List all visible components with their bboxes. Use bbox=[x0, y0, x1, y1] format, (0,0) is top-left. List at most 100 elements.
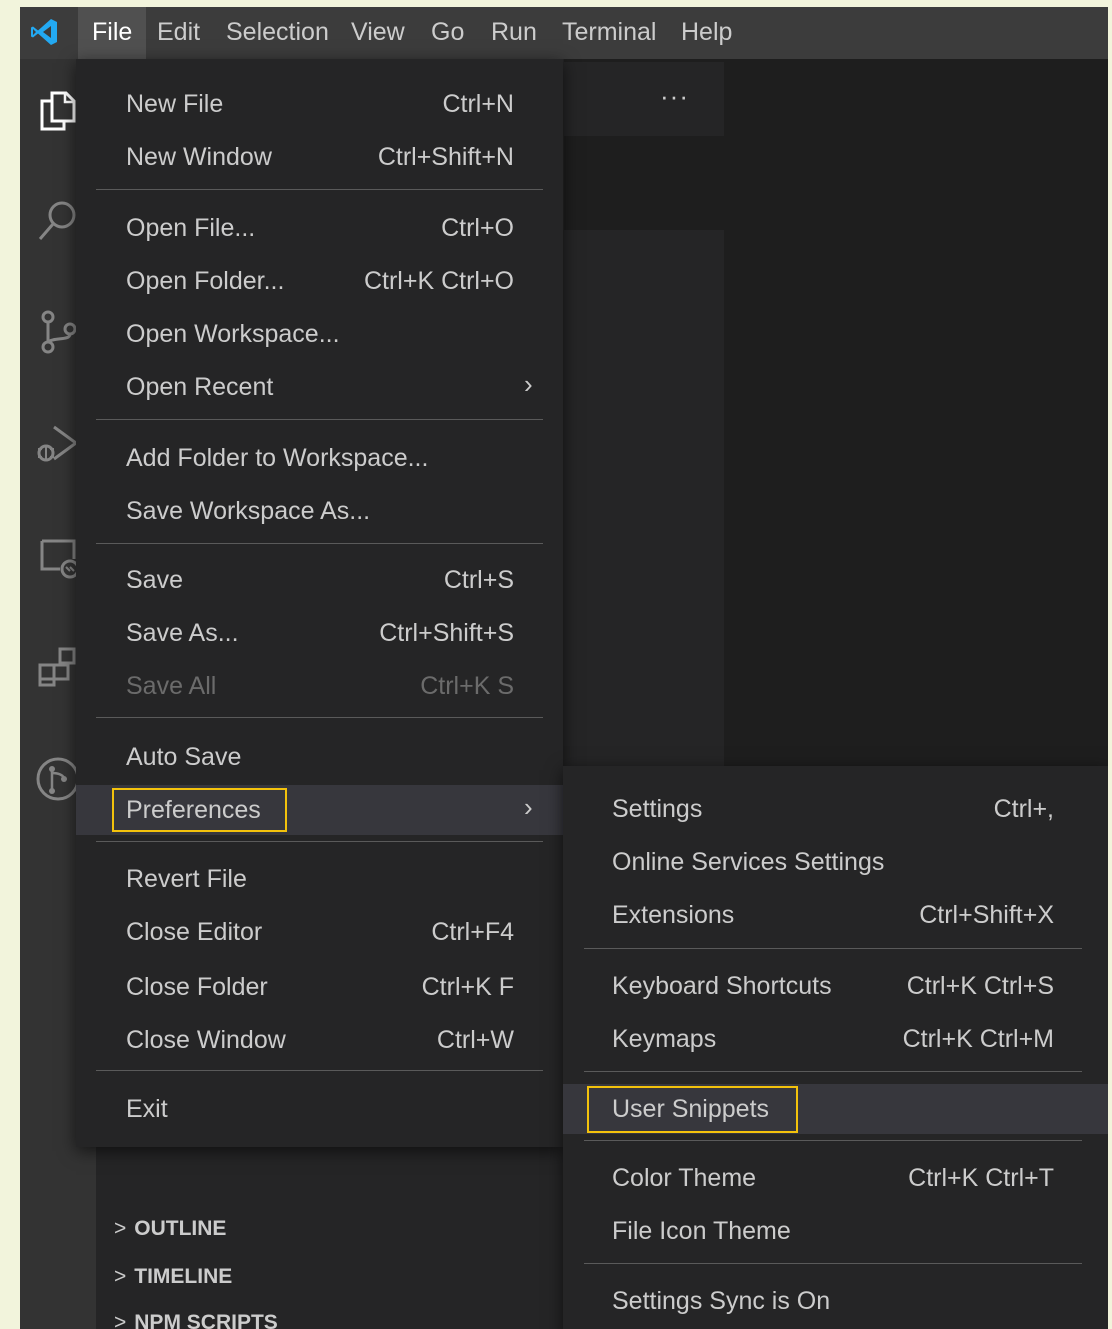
menu-item-open-file[interactable]: Open File... Ctrl+O bbox=[126, 203, 514, 253]
menu-item-close-window[interactable]: Close Window Ctrl+W bbox=[126, 1015, 514, 1065]
menu-go[interactable]: Go bbox=[417, 7, 478, 59]
menu-item-settings[interactable]: Settings Ctrl+, bbox=[612, 784, 1054, 834]
menu-item-shortcut: Ctrl+S bbox=[443, 566, 514, 594]
vscode-logo-icon bbox=[31, 19, 57, 45]
menu-bar: File Edit Selection View Go Run Terminal… bbox=[20, 7, 1108, 59]
menu-separator bbox=[584, 1071, 1082, 1072]
menu-view[interactable]: View bbox=[337, 7, 419, 59]
menu-item-revert-file[interactable]: Revert File bbox=[126, 854, 514, 904]
menu-item-file-icon-theme[interactable]: File Icon Theme bbox=[612, 1206, 1054, 1256]
menu-item-save-as[interactable]: Save As... Ctrl+Shift+S bbox=[126, 608, 514, 658]
file-menu: New File Ctrl+N New Window Ctrl+Shift+N Op… bbox=[76, 59, 563, 1147]
menu-item-label: Color Theme bbox=[612, 1164, 757, 1192]
menu-item-shortcut: Ctrl+O bbox=[441, 214, 514, 242]
menu-selection[interactable]: Selection bbox=[212, 7, 343, 59]
run-debug-icon[interactable] bbox=[34, 419, 82, 467]
source-control-icon[interactable] bbox=[34, 307, 82, 355]
chevron-right-icon: > bbox=[114, 1311, 127, 1329]
menu-item-close-editor[interactable]: Close Editor Ctrl+F4 bbox=[126, 907, 514, 957]
section-timeline-label: TIMELINE bbox=[134, 1265, 233, 1288]
menu-item-open-recent[interactable]: Open Recent bbox=[126, 362, 514, 412]
menu-item-label: Auto Save bbox=[126, 743, 242, 771]
menu-edit[interactable]: Edit bbox=[143, 7, 214, 59]
chevron-right-icon: > bbox=[114, 1217, 127, 1240]
menu-item-label: Extensions bbox=[612, 901, 735, 929]
section-timeline[interactable]: > TIMELINE bbox=[114, 1265, 232, 1289]
section-npm-scripts-label: NPM SCRIPTS bbox=[134, 1311, 278, 1329]
menu-item-open-workspace[interactable]: Open Workspace... bbox=[126, 309, 514, 359]
menu-item-shortcut: Ctrl+Shift+N bbox=[377, 143, 514, 171]
menu-item-label: Keyboard Shortcuts bbox=[612, 972, 832, 1000]
menu-separator bbox=[584, 948, 1082, 949]
menu-item-label: New Window bbox=[126, 143, 272, 171]
section-npm-scripts[interactable]: > NPM SCRIPTS bbox=[114, 1311, 278, 1329]
menu-item-label: Close Editor bbox=[126, 918, 263, 946]
menu-item-keyboard-shortcuts[interactable]: Keyboard Shortcuts Ctrl+K Ctrl+S bbox=[612, 961, 1054, 1011]
user-snippets-highlight-box bbox=[587, 1086, 798, 1133]
section-outline[interactable]: > OUTLINE bbox=[114, 1217, 226, 1241]
menu-separator bbox=[584, 1140, 1082, 1141]
menu-item-shortcut: Ctrl+K F bbox=[421, 973, 514, 1001]
gitlens-icon[interactable] bbox=[34, 755, 82, 803]
menu-item-label: Open Folder... bbox=[126, 267, 285, 295]
explorer-icon[interactable] bbox=[34, 87, 82, 135]
menu-separator bbox=[584, 1263, 1082, 1264]
menu-item-color-theme[interactable]: Color Theme Ctrl+K Ctrl+T bbox=[612, 1153, 1054, 1203]
menu-item-label: Add Folder to Workspace... bbox=[126, 444, 429, 472]
editor-area bbox=[564, 136, 724, 230]
chevron-right-icon: › bbox=[524, 792, 533, 822]
menu-item-shortcut: Ctrl+K Ctrl+T bbox=[908, 1164, 1054, 1192]
menu-item-label: File Icon Theme bbox=[612, 1217, 791, 1245]
menu-item-label: Revert File bbox=[126, 865, 247, 893]
menu-item-save-all[interactable]: Save All Ctrl+K S bbox=[126, 661, 514, 711]
menu-item-settings-sync[interactable]: Settings Sync is On bbox=[612, 1276, 1054, 1326]
menu-separator bbox=[96, 189, 543, 190]
menu-item-auto-save[interactable]: Auto Save bbox=[126, 732, 514, 782]
menu-separator bbox=[96, 1070, 543, 1071]
menu-run[interactable]: Run bbox=[477, 7, 551, 59]
menu-item-label: Keymaps bbox=[612, 1025, 717, 1053]
menu-item-label: Save Workspace As... bbox=[126, 497, 371, 525]
chevron-right-icon: > bbox=[114, 1265, 127, 1288]
menu-item-online-services-settings[interactable]: Online Services Settings bbox=[612, 837, 1054, 887]
menu-item-label: Settings bbox=[612, 795, 703, 823]
menu-item-shortcut: Ctrl+K Ctrl+S bbox=[906, 972, 1054, 1000]
menu-item-add-folder-to-workspace[interactable]: Add Folder to Workspace... bbox=[126, 433, 514, 483]
menu-item-close-folder[interactable]: Close Folder Ctrl+K F bbox=[126, 962, 514, 1012]
vscode-window: File Edit Selection View Go Run Terminal… bbox=[20, 7, 1108, 1329]
search-icon[interactable] bbox=[34, 197, 82, 245]
menu-item-label: Exit bbox=[126, 1095, 168, 1123]
menu-separator bbox=[96, 717, 543, 718]
sidebar-header bbox=[564, 62, 724, 136]
menu-item-save[interactable]: Save Ctrl+S bbox=[126, 555, 514, 605]
chevron-right-icon: › bbox=[524, 369, 533, 399]
menu-item-keymaps[interactable]: Keymaps Ctrl+K Ctrl+M bbox=[612, 1014, 1054, 1064]
menu-item-shortcut: Ctrl+F4 bbox=[431, 918, 514, 946]
menu-item-shortcut: Ctrl+W bbox=[436, 1026, 514, 1054]
menu-item-label: Save bbox=[126, 566, 183, 594]
menu-item-shortcut: Ctrl+, bbox=[993, 795, 1054, 823]
menu-item-extensions[interactable]: Extensions Ctrl+Shift+X bbox=[612, 890, 1054, 940]
preferences-submenu: Settings Ctrl+, Online Services Settings … bbox=[563, 766, 1108, 1329]
menu-separator bbox=[96, 543, 543, 544]
menu-file[interactable]: File bbox=[78, 7, 147, 59]
menu-terminal[interactable]: Terminal bbox=[548, 7, 670, 59]
menu-item-label: Open File... bbox=[126, 214, 256, 242]
menu-item-open-folder[interactable]: Open Folder... Ctrl+K Ctrl+O bbox=[126, 256, 514, 306]
sidebar-panel bbox=[564, 230, 724, 770]
remote-explorer-icon[interactable] bbox=[34, 533, 82, 581]
menu-item-label: Settings Sync is On bbox=[612, 1287, 831, 1315]
menu-item-label: Close Window bbox=[126, 1026, 286, 1054]
menu-item-label: Open Recent bbox=[126, 373, 274, 401]
more-actions-button[interactable]: ··· bbox=[660, 81, 689, 112]
menu-item-new-window[interactable]: New Window Ctrl+Shift+N bbox=[126, 132, 514, 182]
section-outline-label: OUTLINE bbox=[134, 1217, 227, 1240]
menu-item-shortcut: Ctrl+K S bbox=[420, 672, 514, 700]
menu-item-exit[interactable]: Exit bbox=[126, 1084, 514, 1134]
menu-help[interactable]: Help bbox=[667, 7, 746, 59]
menu-item-label: Save As... bbox=[126, 619, 239, 647]
menu-item-save-workspace-as[interactable]: Save Workspace As... bbox=[126, 486, 514, 536]
menu-item-new-file[interactable]: New File Ctrl+N bbox=[126, 79, 514, 129]
extensions-icon[interactable] bbox=[34, 643, 82, 691]
menu-item-shortcut: Ctrl+N bbox=[442, 90, 514, 118]
